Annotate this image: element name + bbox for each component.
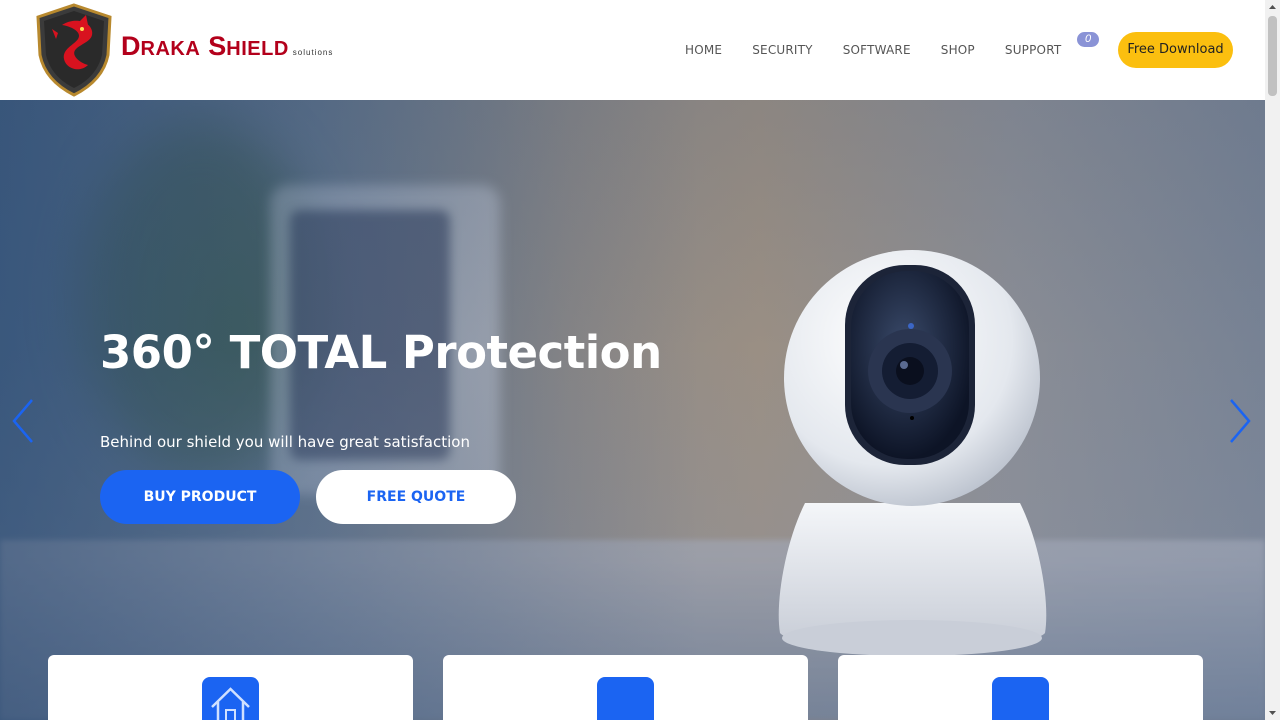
main-nav: HOME SECURITY SOFTWARE SHOP SUPPORT — [670, 41, 1076, 59]
feature-card-icon-3 — [992, 677, 1049, 720]
feature-card-icon-2 — [597, 677, 654, 720]
nav-support[interactable]: SUPPORT — [990, 41, 1077, 59]
dragon-shield-logo[interactable] — [34, 3, 114, 97]
chevron-left-icon[interactable] — [8, 396, 38, 446]
brand-suffix: solutions — [292, 48, 334, 57]
security-camera-image — [778, 250, 1047, 656]
scroll-up-arrow-icon[interactable] — [1265, 0, 1280, 15]
nav-shop[interactable]: SHOP — [926, 41, 990, 59]
cart-count-badge[interactable]: 0 — [1077, 32, 1099, 47]
brand-word-2: HIELD — [226, 38, 289, 60]
page-scrollbar[interactable] — [1265, 0, 1280, 720]
nav-home[interactable]: HOME — [670, 41, 737, 59]
scroll-thumb[interactable] — [1268, 16, 1277, 96]
nav-security[interactable]: SECURITY — [737, 41, 828, 59]
chevron-right-icon[interactable] — [1225, 396, 1255, 446]
nav-software[interactable]: SOFTWARE — [828, 41, 926, 59]
free-download-button[interactable]: Free Download — [1118, 32, 1233, 68]
brand-name[interactable]: DRAKA SHIELD solutions — [121, 33, 333, 60]
free-quote-button[interactable]: FREE QUOTE — [316, 470, 516, 524]
scroll-down-arrow-icon[interactable] — [1265, 705, 1280, 720]
home-icon — [211, 687, 250, 720]
brand-initial-s: S — [208, 31, 227, 61]
brand-initial-d: D — [121, 31, 141, 61]
brand-word-1: RAKA — [140, 38, 201, 60]
feature-card-1[interactable] — [48, 655, 413, 720]
site-header: DRAKA SHIELD solutions HOME SECURITY SOFTW… — [0, 0, 1265, 100]
hero-slider: 360° TOTAL Protection Behind our shield … — [0, 100, 1265, 720]
hero-headline: 360° TOTAL Protection — [100, 326, 662, 379]
feature-card-icon-1 — [202, 677, 259, 720]
hero-tagline: Behind our shield you will have great sa… — [100, 433, 470, 451]
feature-card-2[interactable] — [443, 655, 808, 720]
hero-left-fade — [0, 100, 700, 720]
feature-card-3[interactable] — [838, 655, 1203, 720]
buy-product-button[interactable]: BUY PRODUCT — [100, 470, 300, 524]
